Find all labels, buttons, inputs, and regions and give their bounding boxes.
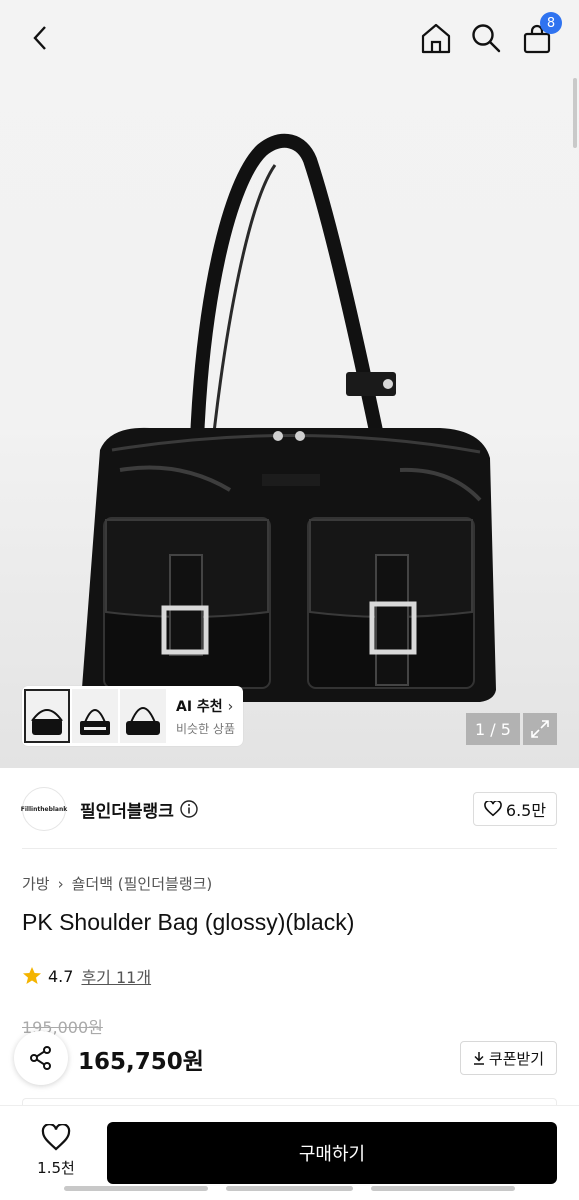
rating-value: 4.7 xyxy=(48,966,74,986)
brand-logo[interactable]: Fillintheblank xyxy=(21,787,67,831)
chevron-right-icon: › xyxy=(57,874,64,893)
wishlist-button[interactable]: 1.5천 xyxy=(26,1124,86,1184)
ai-recommend-chip[interactable]: AI 추천 › 비슷한 상품 xyxy=(22,686,243,746)
expand-icon xyxy=(531,720,549,738)
product-image-gallery[interactable]: AI 추천 › 비슷한 상품 1 / 5 xyxy=(0,0,579,768)
rating-row: 4.7 후기 11개 xyxy=(22,964,151,988)
scrollbar[interactable] xyxy=(573,78,577,148)
image-pager: 1 / 5 xyxy=(466,713,520,745)
brand-like-button[interactable]: 6.5만 xyxy=(473,792,557,826)
coupon-button[interactable]: 쿠폰받기 xyxy=(460,1041,557,1075)
search-button[interactable] xyxy=(468,20,504,56)
sale-price: 165,750원 xyxy=(78,1049,204,1075)
star-icon xyxy=(23,967,41,984)
brand-name[interactable]: 필인더블랭크 xyxy=(80,797,174,822)
coupon-label: 쿠폰받기 xyxy=(488,1049,545,1068)
product-title: PK Shoulder Bag (glossy)(black) xyxy=(22,909,355,935)
brand-row[interactable]: Fillintheblank 필인더블랭크 6.5만 xyxy=(21,786,557,832)
breadcrumb-item[interactable]: 가방 xyxy=(22,873,50,894)
back-button[interactable] xyxy=(24,22,56,54)
cart-count-badge: 8 xyxy=(540,12,562,34)
search-icon xyxy=(472,24,501,53)
info-icon[interactable] xyxy=(180,800,198,818)
cart-button[interactable]: 8 xyxy=(520,12,562,56)
brand-like-count: 6.5만 xyxy=(505,801,547,820)
thumbnail-2[interactable] xyxy=(72,689,118,743)
expand-button[interactable] xyxy=(523,713,557,745)
share-button[interactable] xyxy=(14,1031,68,1085)
heart-icon xyxy=(41,1124,71,1151)
breadcrumb: 가방 › 숄더백 (필인더블랭크) xyxy=(22,873,212,894)
home-button[interactable] xyxy=(418,20,454,56)
product-image xyxy=(82,134,496,702)
top-header: 8 xyxy=(0,0,579,76)
ai-recommend-title: AI 추천 xyxy=(176,698,223,715)
home-icon xyxy=(421,23,451,54)
home-indicator xyxy=(64,1186,208,1191)
chevron-right-icon: › xyxy=(227,698,234,715)
heart-icon xyxy=(484,801,502,817)
thumbnail-1[interactable] xyxy=(24,689,70,743)
thumbnail-3[interactable] xyxy=(120,689,166,743)
home-indicator xyxy=(371,1186,515,1191)
breadcrumb-item[interactable]: 숄더백 (필인더블랭크) xyxy=(72,873,213,894)
download-icon xyxy=(473,1052,484,1065)
divider xyxy=(22,848,557,849)
wishlist-count: 1.5천 xyxy=(37,1159,75,1177)
home-indicator xyxy=(226,1186,353,1191)
chevron-left-icon xyxy=(33,26,46,50)
buy-button[interactable]: 구매하기 xyxy=(107,1122,557,1184)
review-link[interactable]: 후기 11개 xyxy=(81,964,151,988)
share-icon xyxy=(30,1046,51,1070)
ai-recommend-subtitle: 비슷한 상품 xyxy=(176,721,236,736)
